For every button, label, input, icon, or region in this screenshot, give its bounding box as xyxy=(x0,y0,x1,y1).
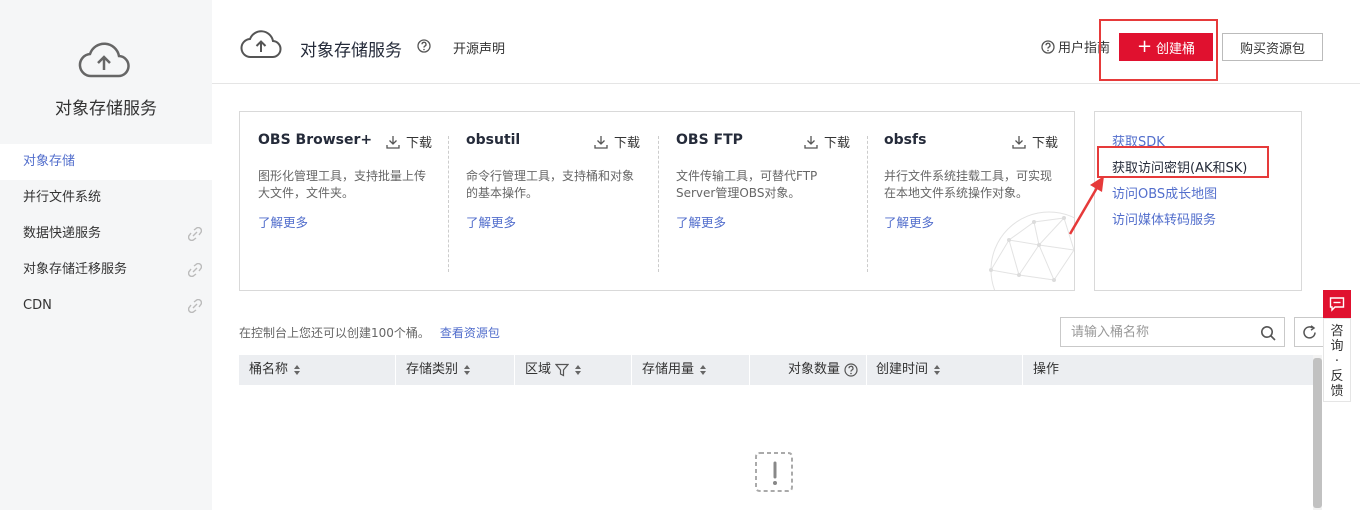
sort-icon xyxy=(464,365,471,375)
download-link[interactable]: 下载 xyxy=(386,132,432,151)
sort-icon xyxy=(700,365,707,375)
column-divider xyxy=(631,355,632,385)
column-header-storage-usage[interactable]: 存储用量 xyxy=(642,355,708,385)
column-header-actions: 操作 xyxy=(1033,362,1060,377)
sidebar-item-cdn[interactable]: CDN xyxy=(0,288,212,324)
download-icon xyxy=(1012,135,1026,149)
download-icon xyxy=(386,135,400,149)
cloud-upload-icon xyxy=(78,42,130,78)
bucket-table-header: 桶名称 存储类别 区域 存储用量 对象数量 创建时间 操作 xyxy=(239,355,1313,385)
tool-name: OBS Browser+ xyxy=(258,132,373,148)
column-divider xyxy=(395,355,396,385)
learn-more-link[interactable]: 了解更多 xyxy=(258,212,308,231)
sidebar-item-migration[interactable]: 对象存储迁移服务 xyxy=(0,252,212,288)
empty-state-icon xyxy=(755,452,793,492)
link-icon xyxy=(188,263,202,277)
sort-icon xyxy=(294,365,301,375)
annotation-highlight-box xyxy=(1097,146,1269,178)
download-link[interactable]: 下载 xyxy=(1012,132,1058,151)
consult-button[interactable] xyxy=(1323,290,1351,318)
sidebar-item-parallel-fs[interactable]: 并行文件系统 xyxy=(0,180,212,216)
open-source-link[interactable]: 开源声明 xyxy=(453,38,505,57)
sidebar-nav: 对象存储 并行文件系统 数据快递服务 对象存储迁移服务 CDN xyxy=(0,144,212,324)
buy-package-button[interactable]: 购买资源包 xyxy=(1222,33,1323,61)
tool-card-obs-ftp: OBS FTP 下载 文件传输工具，可替代FTP Server管理OBS对象。 … xyxy=(658,112,867,290)
tool-name: obsfs xyxy=(884,132,927,148)
sort-icon xyxy=(934,365,941,375)
bucket-search-input[interactable] xyxy=(1061,318,1251,346)
scrollbar-thumb[interactable] xyxy=(1313,358,1322,508)
help-circle-icon[interactable] xyxy=(417,39,431,53)
obs-console: 对象存储服务 对象存储 并行文件系统 数据快递服务 对象存储迁移服务 CDN 对… xyxy=(0,0,1360,510)
sidebar-item-data-express[interactable]: 数据快递服务 xyxy=(0,216,212,252)
tool-description: 文件传输工具，可替代FTP Server管理OBS对象。 xyxy=(676,169,818,200)
consult-feedback-tab[interactable]: 咨询·反馈 xyxy=(1323,318,1351,402)
annotation-highlight-box xyxy=(1099,19,1218,81)
obs-growth-map-link[interactable]: 访问OBS成长地图 xyxy=(1112,183,1217,202)
column-divider xyxy=(749,355,750,385)
column-divider xyxy=(866,355,867,385)
sidebar-title: 对象存储服务 xyxy=(55,99,157,119)
page-title: 对象存储服务 xyxy=(300,41,402,61)
help-circle-icon[interactable] xyxy=(844,363,858,377)
media-transcoding-link[interactable]: 访问媒体转码服务 xyxy=(1112,209,1216,228)
annotation-arrow-icon xyxy=(1068,176,1104,235)
chat-icon xyxy=(1329,297,1345,312)
column-header-created-time[interactable]: 创建时间 xyxy=(876,355,942,385)
cloud-upload-icon xyxy=(240,30,282,59)
link-icon xyxy=(188,299,202,313)
download-icon xyxy=(594,135,608,149)
quick-links-panel: 获取SDK 获取访问密钥(AK和SK) 访问OBS成长地图 访问媒体转码服务 xyxy=(1094,111,1302,291)
column-header-bucket-name[interactable]: 桶名称 xyxy=(249,355,302,385)
network-globe-decoration xyxy=(989,211,1074,290)
tool-card-obsutil: obsutil 下载 命令行管理工具，支持桶和对象的基本操作。 了解更多 xyxy=(448,112,657,290)
tool-description: 并行文件系统挂载工具，可实现在本地文件系统操作对象。 xyxy=(884,169,1053,200)
tool-card-obs-browser: OBS Browser+ 下载 图形化管理工具，支持批量上传大文件，文件夹。 了… xyxy=(240,112,449,290)
column-divider xyxy=(514,355,515,385)
tool-name: OBS FTP xyxy=(676,132,743,148)
download-link[interactable]: 下载 xyxy=(804,132,850,151)
sidebar: 对象存储服务 对象存储 并行文件系统 数据快递服务 对象存储迁移服务 CDN xyxy=(0,0,212,510)
bucket-search[interactable] xyxy=(1060,317,1285,347)
column-divider xyxy=(1022,355,1023,385)
learn-more-link[interactable]: 了解更多 xyxy=(466,212,516,231)
learn-more-link[interactable]: 了解更多 xyxy=(884,212,934,231)
help-circle-icon xyxy=(1041,39,1055,54)
link-icon xyxy=(188,227,202,241)
tool-name: obsutil xyxy=(466,132,521,148)
view-package-link[interactable]: 查看资源包 xyxy=(440,326,500,340)
refresh-icon xyxy=(1303,325,1316,339)
download-icon xyxy=(804,135,818,149)
refresh-button[interactable] xyxy=(1294,317,1324,347)
bucket-quota-info: 在控制台上您还可以创建100个桶。 查看资源包 xyxy=(239,326,500,340)
filter-icon[interactable] xyxy=(555,363,570,377)
tool-description: 命令行管理工具，支持桶和对象的基本操作。 xyxy=(466,169,635,200)
search-icon[interactable] xyxy=(1260,325,1276,341)
sidebar-item-object-storage[interactable]: 对象存储 xyxy=(0,144,212,180)
tools-panel: OBS Browser+ 下载 图形化管理工具，支持批量上传大文件，文件夹。 了… xyxy=(239,111,1075,291)
tool-description: 图形化管理工具，支持批量上传大文件，文件夹。 xyxy=(258,169,427,200)
learn-more-link[interactable]: 了解更多 xyxy=(676,212,726,231)
download-link[interactable]: 下载 xyxy=(594,132,640,151)
column-header-region[interactable]: 区域 xyxy=(525,355,583,385)
column-header-object-count: 对象数量 xyxy=(788,355,858,385)
sort-icon xyxy=(575,365,582,375)
column-header-storage-class[interactable]: 存储类别 xyxy=(406,355,472,385)
